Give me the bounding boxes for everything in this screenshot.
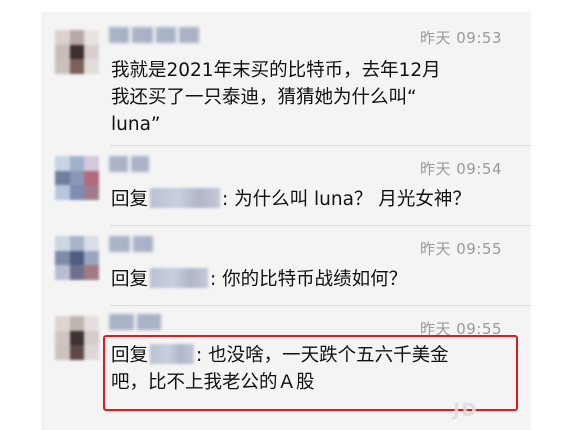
watermark-logo: JD	[453, 400, 479, 421]
comment-text: 回复 : 为什么叫 luna？ 月光女神？	[111, 186, 471, 213]
comment-item: 昨天 09:54 回复 : 为什么叫 luna？ 月光女神？	[41, 146, 531, 226]
comment-text: 回复 : 你的比特币战绩如何？	[111, 266, 407, 293]
comment-item: 昨天 09:53 我就是2021年末买的比特币，去年12月 我还买了一只泰迪，猜…	[41, 12, 531, 142]
timestamp: 昨天 09:55	[420, 240, 502, 258]
username-blurred[interactable]	[109, 236, 153, 252]
comment-item: 昨天 09:55 回复 : 你的比特币战绩如何？	[41, 226, 531, 306]
username-blurred[interactable]	[109, 27, 199, 43]
mention-blurred[interactable]	[150, 188, 221, 208]
username-blurred[interactable]	[109, 156, 149, 172]
reply-prefix: 回复	[111, 269, 149, 290]
reply-text: : 你的比特币战绩如何？	[210, 269, 408, 290]
reply-prefix: 回复	[111, 189, 149, 210]
comment-line: 我还买了一只泰迪，猜猜她为什么叫“	[111, 87, 417, 108]
reply-text: : 为什么叫 luna？ 月光女神？	[222, 189, 471, 210]
avatar[interactable]	[55, 236, 99, 280]
timestamp: 昨天 09:54	[420, 160, 502, 178]
comment-line: luna”	[111, 114, 161, 135]
username-blurred[interactable]	[109, 314, 161, 330]
avatar[interactable]	[55, 156, 99, 200]
comment-line: 我就是2021年末买的比特币，去年12月	[111, 60, 441, 81]
mention-blurred[interactable]	[150, 268, 209, 288]
comment-text: 我就是2021年末买的比特币，去年12月 我还买了一只泰迪，猜猜她为什么叫“ l…	[111, 57, 441, 138]
timestamp: 昨天 09:53	[420, 29, 502, 47]
avatar[interactable]	[55, 30, 99, 74]
avatar[interactable]	[55, 316, 99, 360]
